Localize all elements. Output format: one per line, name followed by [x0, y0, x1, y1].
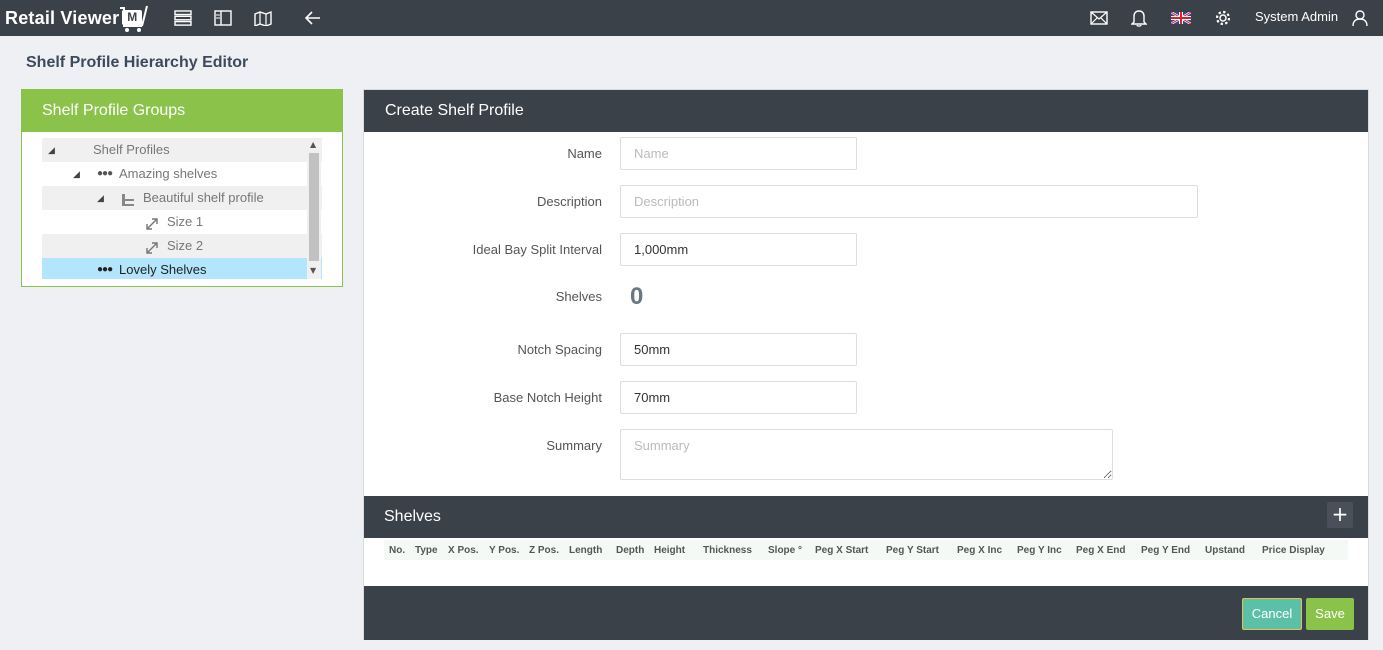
profile-tree: ◢ Shelf Profiles ◢ ●●● Amazing shelves ◢… [42, 138, 322, 279]
tree-node-label: Size 2 [167, 238, 204, 253]
summary-textarea[interactable] [620, 429, 1113, 480]
column-header[interactable]: Peg Y Start [886, 545, 939, 556]
tree-node-label: Lovely Shelves [119, 262, 207, 277]
page-title: Shelf Profile Hierarchy Editor [26, 54, 249, 71]
bay-split-input[interactable] [620, 233, 857, 266]
column-header[interactable]: No. [389, 545, 405, 556]
column-header[interactable]: Price Display [1262, 545, 1325, 556]
column-header[interactable]: Peg X Inc [957, 545, 1002, 556]
base-notch-input[interactable] [620, 381, 857, 414]
mail-icon[interactable] [1089, 8, 1109, 28]
column-header[interactable]: Peg Y Inc [1017, 545, 1062, 556]
description-label: Description [536, 194, 602, 209]
user-name[interactable]: System Admin [1255, 9, 1338, 24]
shelves-count: 0 [630, 283, 644, 310]
tree-node-amazing-shelves[interactable]: ◢ ●●● Amazing shelves [42, 162, 322, 186]
panel-title: Create Shelf Profile [364, 90, 1368, 132]
tree-scrollbar[interactable]: ▲ ▼ [307, 139, 321, 279]
column-header[interactable]: Peg X Start [815, 545, 868, 556]
gear-icon[interactable] [1213, 8, 1233, 28]
shelf-profile-groups-panel: Shelf Profile Groups ◢ Shelf Profiles ◢ … [21, 89, 343, 287]
collapse-triangle-icon[interactable]: ◢ [48, 138, 55, 162]
column-header[interactable]: Type [415, 545, 438, 556]
column-header[interactable]: Slope ° [768, 545, 802, 556]
scrollbar-thumb[interactable] [309, 153, 319, 261]
summary-label: Summary [546, 438, 602, 453]
column-header[interactable]: Peg X End [1076, 545, 1125, 556]
tree-node-shelf-profiles[interactable]: ◢ Shelf Profiles [42, 138, 322, 162]
shelves-table-header: No. Type X Pos. Y Pos. Z Pos. Length Dep… [384, 540, 1348, 560]
logo-text: Retail Viewer [5, 7, 120, 28]
panel-title: Shelf Profile Groups [22, 90, 342, 132]
tree-node-beautiful-shelf-profile[interactable]: ◢ Beautiful shelf profile [42, 186, 322, 210]
map-icon[interactable] [253, 8, 273, 28]
description-input[interactable] [620, 185, 1198, 218]
column-header[interactable]: Length [569, 545, 602, 556]
shelves-section-title: Shelves [364, 496, 1368, 538]
notch-spacing-label: Notch Spacing [517, 342, 602, 357]
base-notch-label: Base Notch Height [493, 390, 602, 405]
scroll-down-arrow-icon[interactable]: ▼ [310, 266, 316, 275]
tree-node-label: Beautiful shelf profile [143, 190, 264, 205]
panel-layout-icon[interactable] [213, 8, 233, 28]
tree-node-lovely-shelves[interactable]: ●●● Lovely Shelves [42, 258, 322, 279]
tree-node-label: Size 1 [167, 214, 204, 229]
column-header[interactable]: Height [654, 545, 685, 556]
notch-spacing-input[interactable] [620, 333, 857, 366]
tree-node-label: Amazing shelves [119, 166, 218, 181]
dots-icon: ●●● [97, 264, 113, 275]
cart-icon: M [120, 4, 150, 32]
uk-flag-icon[interactable] [1171, 8, 1191, 28]
column-header[interactable]: Peg Y End [1141, 545, 1190, 556]
column-header[interactable]: Thickness [703, 545, 752, 556]
column-header[interactable]: Upstand [1205, 545, 1245, 556]
back-arrow-icon[interactable] [303, 8, 323, 28]
shelves-label: Shelves [555, 289, 602, 304]
name-label: Name [567, 146, 602, 161]
tree-node-size-1[interactable]: Size 1 [42, 210, 322, 234]
cancel-button[interactable]: Cancel [1242, 598, 1302, 630]
bell-icon[interactable] [1129, 8, 1149, 28]
column-header[interactable]: Depth [616, 545, 644, 556]
column-header[interactable]: X Pos. [448, 545, 479, 556]
create-shelf-profile-panel: Create Shelf Profile Name Description Id… [363, 89, 1369, 640]
tree-node-size-2[interactable]: Size 2 [42, 234, 322, 258]
column-header[interactable]: Z Pos. [529, 545, 559, 556]
save-button[interactable]: Save [1306, 598, 1354, 630]
scroll-up-arrow-icon[interactable]: ▲ [310, 140, 316, 149]
tree-node-label: Shelf Profiles [93, 142, 170, 157]
collapse-triangle-icon[interactable]: ◢ [97, 186, 104, 210]
dots-icon: ●●● [97, 168, 113, 179]
form-footer: Cancel Save [364, 586, 1368, 640]
column-header[interactable]: Y Pos. [489, 545, 519, 556]
bay-split-label: Ideal Bay Split Interval [472, 242, 602, 257]
name-input[interactable] [620, 137, 857, 170]
collapse-triangle-icon[interactable]: ◢ [73, 162, 80, 186]
top-bar: Retail Viewer M System Admin [0, 0, 1383, 36]
list-view-icon[interactable] [173, 8, 193, 28]
app-logo[interactable]: Retail Viewer M [5, 3, 150, 33]
add-shelf-button[interactable]: + [1327, 502, 1353, 528]
user-icon[interactable] [1350, 8, 1370, 28]
